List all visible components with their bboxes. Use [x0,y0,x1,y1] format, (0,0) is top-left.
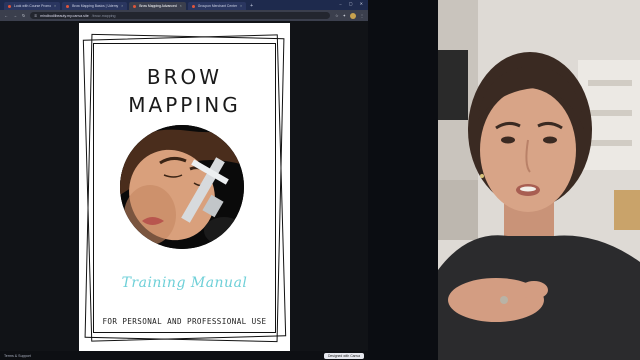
favicon-icon [191,4,195,8]
tab-label: Brow Mapping Advanced [139,4,177,8]
page-footer-bar: Terms & Support Designed with Canva [0,351,368,360]
lock-icon: ⚿ [34,13,38,18]
forward-arrow-icon[interactable]: → [13,13,17,18]
address-bar[interactable]: ⚿ mindbodilbeauty.my.canva.site/brow-map… [30,12,331,19]
address-path: /brow-mapping [91,13,116,18]
extensions-icon[interactable]: ✦ [343,13,346,18]
document-viewer: BROW MAPPING Training Manual FOR PERSONA… [0,21,368,353]
close-tab-icon[interactable]: × [240,4,242,8]
new-tab-button[interactable]: + [250,2,253,10]
favicon-icon [66,4,70,8]
tab-label: Look with Course Promo [14,4,52,8]
profile-icon[interactable] [350,12,356,19]
close-tab-icon[interactable]: × [180,4,182,8]
tab-label: Groupon Merchant Center [197,4,238,8]
window-controls[interactable]: – ▢ ✕ [339,1,366,6]
cover-subtitle-script: Training Manual [121,275,248,291]
favicon-icon [8,4,11,8]
browser-toolbar: ← → ↻ ⚿ mindbodilbeauty.my.canva.site/br… [0,10,368,21]
tab-3[interactable]: Brow Mapping Advanced × [129,2,186,10]
manual-cover-page: BROW MAPPING Training Manual FOR PERSONA… [79,23,290,353]
back-arrow-icon[interactable]: ← [4,13,8,18]
browser-tab-strip: Look with Course Promo × Brow Mapping Bas… [0,0,368,10]
address-host: mindbodilbeauty.my.canva.site [40,13,89,18]
star-icon[interactable]: ☆ [335,13,339,18]
cover-usage-text: FOR PERSONAL AND PROFESSIONAL USE [102,317,267,326]
tab-2[interactable]: Brow Mapping Basics | Udemy × [62,2,128,10]
shared-screen: Look with Course Promo × Brow Mapping Bas… [0,0,368,360]
canva-badge[interactable]: Designed with Canva [323,352,364,359]
webcam-video [438,0,640,360]
cover-photo [120,125,244,249]
stage: Look with Course Promo × Brow Mapping Bas… [0,0,640,360]
favicon-icon [133,4,137,8]
toolbar-actions: ☆ ✦ ⋮ [335,12,364,19]
tab-label: Brow Mapping Basics | Udemy [72,4,119,8]
cover-title-line-1: BROW [146,65,223,89]
reload-icon[interactable]: ↻ [22,13,25,18]
terms-link[interactable]: Terms & Support [4,354,31,358]
menu-icon[interactable]: ⋮ [360,13,364,18]
tab-1[interactable]: Look with Course Promo × [4,2,61,10]
close-tab-icon[interactable]: × [121,4,123,8]
tab-4[interactable]: Groupon Merchant Center × [187,2,247,10]
close-tab-icon[interactable]: × [54,4,56,8]
cover-title-line-2: MAPPING [128,93,241,117]
